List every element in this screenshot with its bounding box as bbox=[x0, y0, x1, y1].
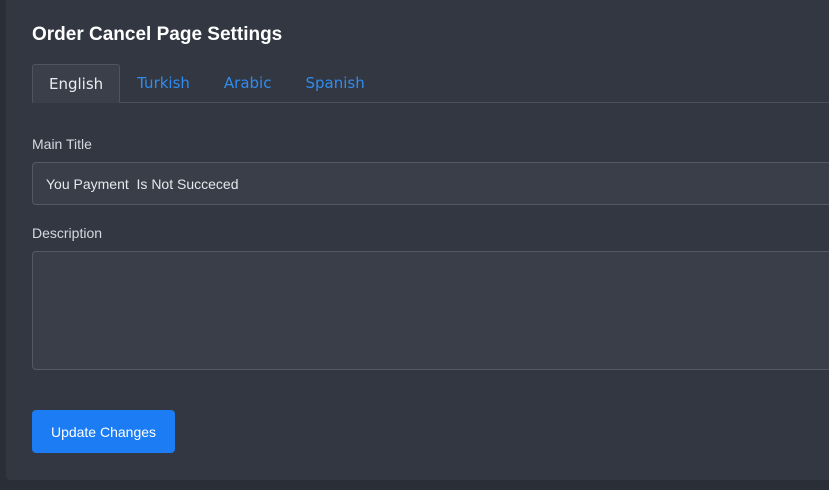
main-title-input[interactable] bbox=[32, 162, 829, 205]
tab-turkish[interactable]: Turkish bbox=[120, 64, 207, 102]
description-textarea[interactable] bbox=[32, 251, 829, 370]
tab-spanish[interactable]: Spanish bbox=[288, 64, 381, 102]
settings-card: Order Cancel Page Settings English Turki… bbox=[6, 0, 829, 480]
tab-arabic[interactable]: Arabic bbox=[207, 64, 289, 102]
page-title: Order Cancel Page Settings bbox=[32, 24, 283, 45]
language-tabs: English Turkish Arabic Spanish bbox=[32, 64, 829, 103]
tab-english[interactable]: English bbox=[32, 64, 121, 103]
main-title-label: Main Title bbox=[32, 136, 92, 152]
update-changes-button[interactable]: Update Changes bbox=[32, 410, 175, 453]
description-label: Description bbox=[32, 225, 103, 241]
